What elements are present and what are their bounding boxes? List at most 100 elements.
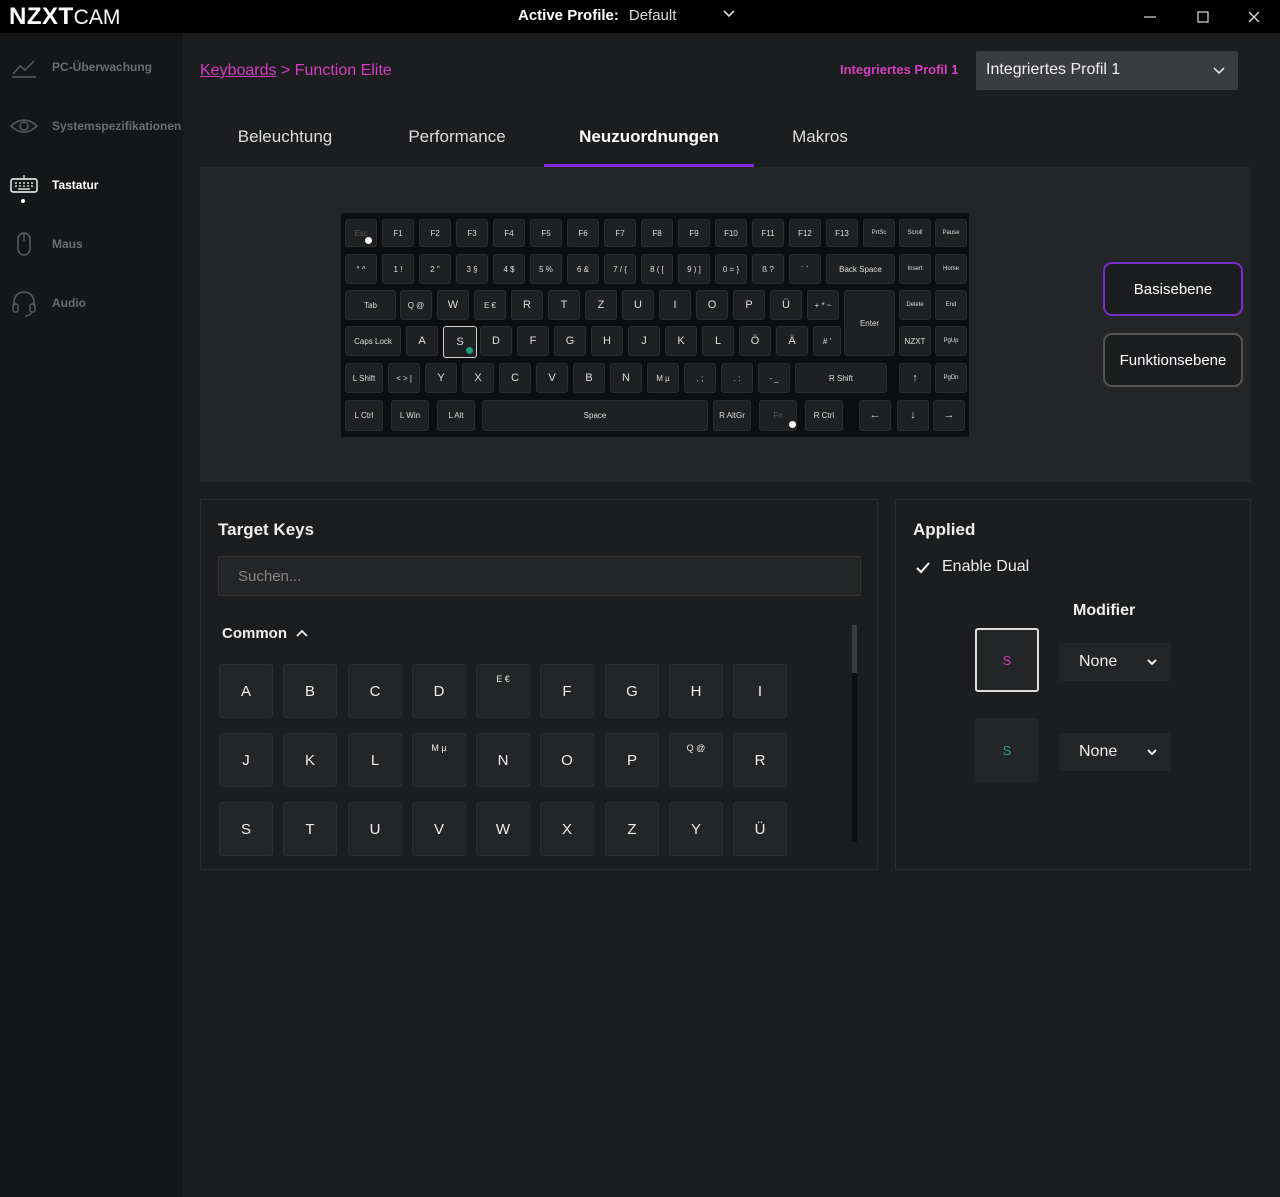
key-f10[interactable]: F10	[715, 219, 747, 247]
key-delete[interactable]: Delete	[899, 290, 931, 320]
key-8[interactable]: 8 ( [	[641, 254, 673, 284]
key-n[interactable]: N	[610, 363, 642, 393]
tab-beleuchtung[interactable]: Beleuchtung	[200, 111, 370, 167]
key-4[interactable]: 4 $	[493, 254, 525, 284]
key-lshift[interactable]: L Shift	[345, 363, 383, 393]
key-i[interactable]: I	[659, 290, 691, 320]
key-backspace[interactable]: Back Space	[826, 254, 895, 284]
applied-key-primary[interactable]: S	[975, 628, 1039, 692]
key-arrow-down[interactable]: ↓	[897, 400, 929, 431]
target-key-v[interactable]: V	[412, 802, 466, 856]
key-pgdn[interactable]: PgDn	[935, 363, 967, 393]
target-key-j[interactable]: J	[219, 733, 273, 787]
key-ae[interactable]: Ä	[776, 326, 808, 356]
target-key-r[interactable]: R	[733, 733, 787, 787]
key-f4[interactable]: F4	[493, 219, 525, 247]
key-1[interactable]: 1 !	[382, 254, 414, 284]
breadcrumb-keyboards-link[interactable]: Keyboards	[200, 62, 277, 79]
key-pgup[interactable]: PgUp	[935, 326, 967, 356]
key-lctrl[interactable]: L Ctrl	[345, 400, 383, 431]
key-plus[interactable]: + * ~	[807, 290, 839, 320]
target-key-k[interactable]: K	[283, 733, 337, 787]
key-e[interactable]: E €	[474, 290, 506, 320]
key-end[interactable]: End	[935, 290, 967, 320]
key-c[interactable]: C	[499, 363, 531, 393]
target-key-g[interactable]: G	[605, 664, 659, 718]
key-f11[interactable]: F11	[752, 219, 784, 247]
sidebar-item-system-specs[interactable]: Systemspezifikationen	[0, 106, 183, 146]
applied-key-secondary[interactable]: S	[975, 718, 1039, 782]
key-f9[interactable]: F9	[678, 219, 710, 247]
key-insert[interactable]: Insert	[899, 254, 931, 284]
target-key-s[interactable]: S	[219, 802, 273, 856]
key-f1[interactable]: F1	[382, 219, 414, 247]
target-key-c[interactable]: C	[348, 664, 402, 718]
tab-makros[interactable]: Makros	[735, 111, 905, 167]
target-key-u[interactable]: U	[348, 802, 402, 856]
key-pause[interactable]: Pause	[935, 219, 967, 247]
key-q[interactable]: Q @	[400, 290, 432, 320]
key-9[interactable]: 9 ) ]	[678, 254, 710, 284]
key-m[interactable]: M µ	[647, 363, 679, 393]
key-t[interactable]: T	[548, 290, 580, 320]
target-key-p[interactable]: P	[605, 733, 659, 787]
key-7[interactable]: 7 / {	[604, 254, 636, 284]
base-layer-button[interactable]: Basisebene	[1103, 262, 1243, 316]
key-f3[interactable]: F3	[456, 219, 488, 247]
key-x[interactable]: X	[462, 363, 494, 393]
key-caret[interactable]: ° ^	[345, 254, 377, 284]
key-y[interactable]: Y	[425, 363, 457, 393]
key-f2[interactable]: F2	[419, 219, 451, 247]
key-w[interactable]: W	[437, 290, 469, 320]
target-key-a[interactable]: A	[219, 664, 273, 718]
key-esc[interactable]: Esc	[345, 219, 377, 247]
key-0[interactable]: 0 = }	[715, 254, 747, 284]
key-f13[interactable]: F13	[826, 219, 858, 247]
key-scroll[interactable]: Scroll	[899, 219, 931, 247]
key-f7[interactable]: F7	[604, 219, 636, 247]
key-period[interactable]: . :	[721, 363, 753, 393]
target-key-d[interactable]: D	[412, 664, 466, 718]
key-lwin[interactable]: L Win	[391, 400, 429, 431]
target-key-b[interactable]: B	[283, 664, 337, 718]
key-arrow-up[interactable]: ↑	[899, 363, 931, 393]
key-tab[interactable]: Tab	[345, 290, 396, 320]
target-key-w[interactable]: W	[476, 802, 530, 856]
target-key-l[interactable]: L	[348, 733, 402, 787]
key-acute[interactable]: ´ `	[789, 254, 821, 284]
target-key-n[interactable]: N	[476, 733, 530, 787]
key-g[interactable]: G	[554, 326, 586, 356]
key-hash[interactable]: # '	[813, 326, 841, 356]
key-r[interactable]: R	[511, 290, 543, 320]
key-capslock[interactable]: Caps Lock	[345, 326, 401, 356]
key-j[interactable]: J	[628, 326, 660, 356]
key-rshift[interactable]: R Shift	[795, 363, 887, 393]
key-z[interactable]: Z	[585, 290, 617, 320]
key-home[interactable]: Home	[935, 254, 967, 284]
key-prtsc[interactable]: PrtSc	[863, 219, 895, 247]
sidebar-item-pc-monitoring[interactable]: PC-Überwachung	[0, 47, 183, 87]
key-oe[interactable]: Ö	[739, 326, 771, 356]
key-angle[interactable]: < > |	[388, 363, 420, 393]
key-comma[interactable]: , ;	[684, 363, 716, 393]
close-button[interactable]	[1228, 0, 1280, 33]
common-group-toggle[interactable]: Common	[222, 625, 309, 642]
key-f[interactable]: F	[517, 326, 549, 356]
key-minus[interactable]: - _	[758, 363, 790, 393]
scrollbar-thumb[interactable]	[852, 625, 857, 673]
target-key-e[interactable]: E €	[476, 664, 530, 718]
key-k[interactable]: K	[665, 326, 697, 356]
target-key-z[interactable]: Z	[605, 802, 659, 856]
search-input[interactable]	[218, 556, 861, 596]
maximize-button[interactable]	[1177, 0, 1229, 33]
key-lalt[interactable]: L Alt	[437, 400, 475, 431]
key-f12[interactable]: F12	[789, 219, 821, 247]
sidebar-item-keyboard[interactable]: Tastatur	[0, 165, 183, 205]
active-profile-selector[interactable]: Active Profile: Default	[518, 7, 735, 24]
sidebar-item-mouse[interactable]: Maus	[0, 224, 183, 264]
sidebar-item-audio[interactable]: Audio	[0, 283, 183, 323]
enable-dual-checkbox[interactable]	[913, 558, 933, 578]
target-key-i[interactable]: I	[733, 664, 787, 718]
target-key-x[interactable]: X	[540, 802, 594, 856]
target-key-h[interactable]: H	[669, 664, 723, 718]
